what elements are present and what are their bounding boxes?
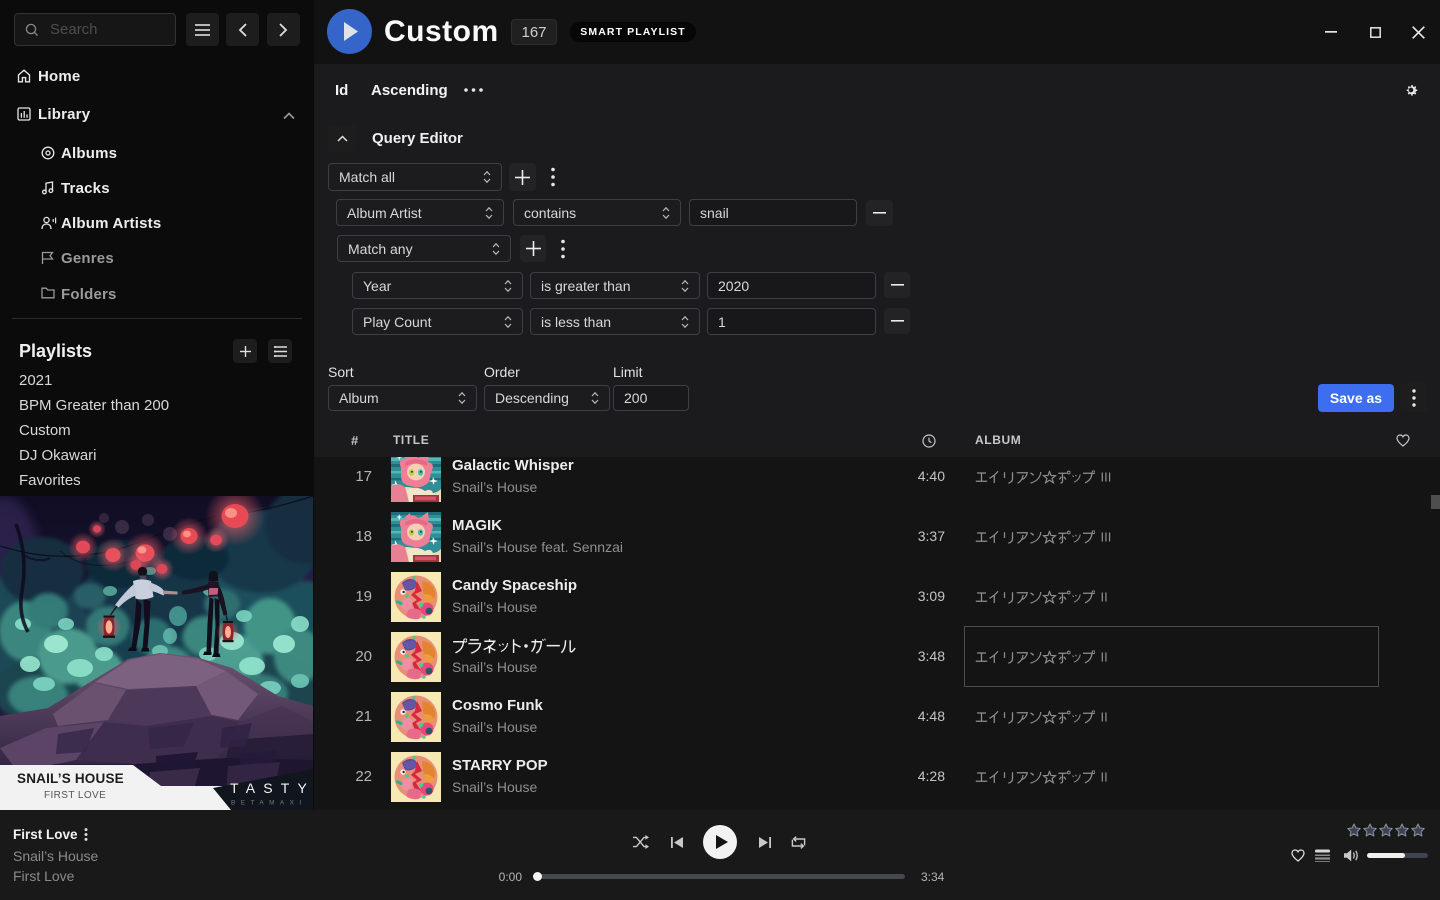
svg-text:II: II (1101, 770, 1108, 784)
svg-text:II: II (1101, 710, 1108, 724)
svg-text:II: II (1101, 590, 1108, 604)
svg-text:III: III (1101, 530, 1112, 544)
svg-text:TASTY: TASTY (230, 780, 313, 796)
svg-text:SNAIL’S HOUSE: SNAIL’S HOUSE (17, 771, 124, 786)
svg-text:BETAMAXI: BETAMAXI (231, 800, 307, 807)
svg-text:II: II (1101, 650, 1108, 664)
svg-text:FIRST LOVE: FIRST LOVE (44, 790, 106, 801)
svg-text:III: III (1101, 470, 1112, 484)
